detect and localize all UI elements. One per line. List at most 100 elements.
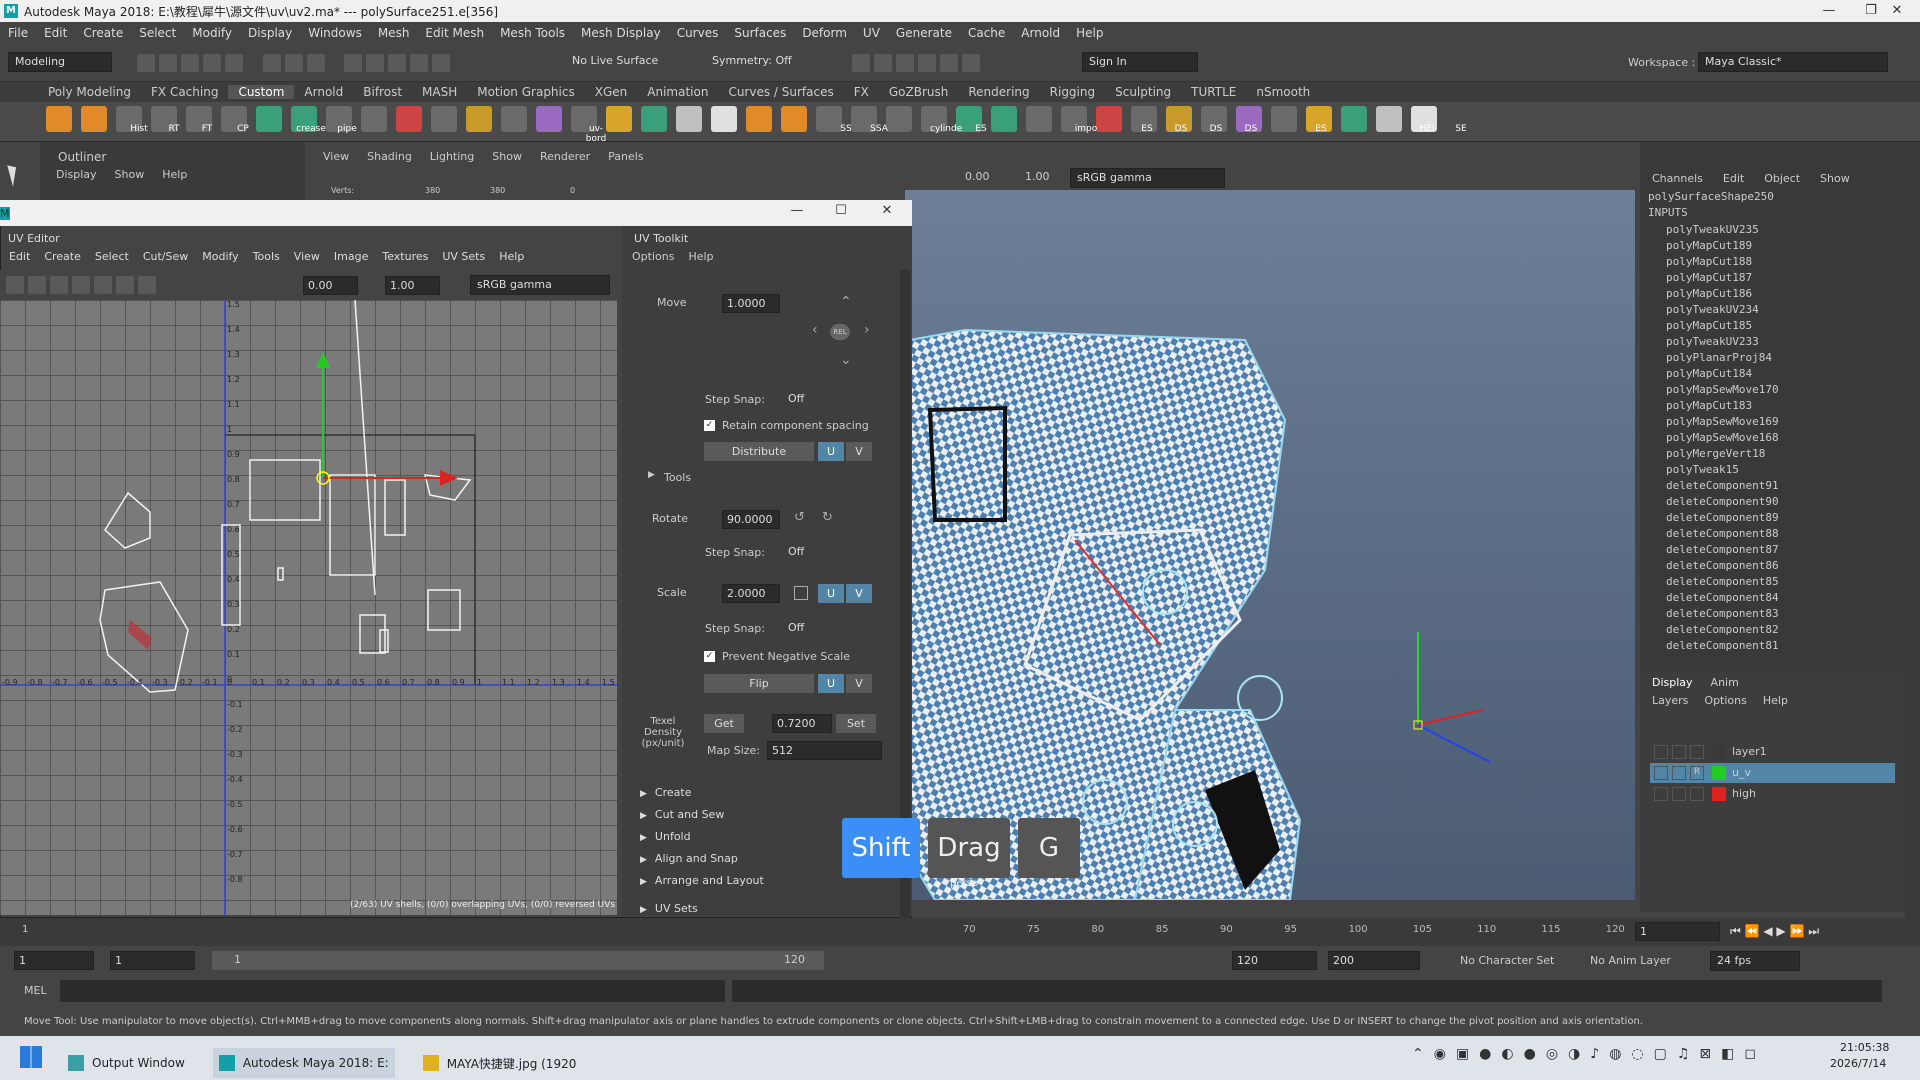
select-hierarchy-icon[interactable] xyxy=(262,54,281,72)
input-node[interactable]: polyMapCut183 xyxy=(1640,398,1905,414)
viewport-value-a[interactable]: 0.00 xyxy=(965,170,990,183)
shelf-tool-icon[interactable] xyxy=(466,106,492,132)
layer-menu-options[interactable]: Options xyxy=(1704,694,1746,707)
mode-dropdown[interactable]: Modeling xyxy=(8,52,112,72)
distribute-button[interactable]: Distribute xyxy=(704,442,814,461)
move-right-arrow-icon[interactable]: › xyxy=(864,322,870,338)
shelf-tool-icon[interactable] xyxy=(361,106,387,132)
input-node[interactable]: polyPlanarProj84 xyxy=(1640,350,1905,366)
menu-curves[interactable]: Curves xyxy=(669,26,727,40)
select-tool-icon[interactable] xyxy=(7,163,21,187)
layer-visibility-toggle[interactable] xyxy=(1654,745,1668,759)
toolkit-section-align-and-snap[interactable]: ▶ Align and Snap xyxy=(640,852,738,865)
shelf-tab-sculpting[interactable]: Sculpting xyxy=(1105,85,1181,99)
shelf-tool-icon[interactable] xyxy=(46,106,72,132)
prevent-negative-checkbox[interactable]: ✓ xyxy=(704,651,715,662)
toolkit-section-arrange-and-layout[interactable]: ▶ Arrange and Layout xyxy=(640,874,764,887)
layer-row[interactable]: high xyxy=(1650,784,1895,804)
snap-view-icon[interactable] xyxy=(410,54,428,72)
input-node[interactable]: deleteComponent89 xyxy=(1640,510,1905,526)
shelf-tool-icon[interactable] xyxy=(536,106,562,132)
uv-field-b[interactable]: 1.00 xyxy=(385,276,440,295)
uv-menu-edit[interactable]: Edit xyxy=(9,250,30,263)
input-node[interactable]: polyTweakUV235 xyxy=(1640,222,1905,238)
uv-tool-icon[interactable] xyxy=(72,276,90,294)
toolkit-section-create[interactable]: ▶ Create xyxy=(640,786,691,799)
redo-icon[interactable] xyxy=(225,54,243,72)
menu-edit-mesh[interactable]: Edit Mesh xyxy=(417,26,492,40)
minimize-button[interactable]: — xyxy=(1806,0,1852,22)
viewport-menu-view[interactable]: View xyxy=(323,150,349,163)
input-node[interactable]: polyMapSewMove170 xyxy=(1640,382,1905,398)
uv-selected-face[interactable] xyxy=(128,620,152,650)
menu-select[interactable]: Select xyxy=(131,26,184,40)
select-component-icon[interactable] xyxy=(306,54,325,72)
retain-spacing-checkbox[interactable]: ✓ xyxy=(704,420,715,431)
uv-menu-tools[interactable]: Tools xyxy=(253,250,280,263)
rotate-cw-icon[interactable]: ↻ xyxy=(822,510,833,525)
layer-menu-help[interactable]: Help xyxy=(1763,694,1788,707)
input-node[interactable]: deleteComponent91 xyxy=(1640,478,1905,494)
move-z-axis[interactable] xyxy=(1417,724,1491,763)
pause-icon[interactable] xyxy=(962,54,980,72)
layer-display-type[interactable]: R xyxy=(1690,766,1704,780)
perspective-viewport[interactable]: persp xyxy=(905,190,1635,900)
input-node[interactable]: deleteComponent90 xyxy=(1640,494,1905,510)
menu-arnold[interactable]: Arnold xyxy=(1013,26,1068,40)
symmetry-label[interactable]: Symmetry: Off xyxy=(706,52,816,72)
playback-start-field[interactable]: 1 xyxy=(110,951,195,970)
ipr-icon[interactable] xyxy=(874,54,892,72)
shelf-tool-icon[interactable] xyxy=(676,106,702,132)
input-node[interactable]: polyTweak15 xyxy=(1640,462,1905,478)
viewport-gamma-dropdown[interactable]: sRGB gamma xyxy=(1070,168,1225,188)
shelf-tab-rigging[interactable]: Rigging xyxy=(1040,85,1105,99)
uv-shells[interactable] xyxy=(99,300,472,693)
outliner-menu-display[interactable]: Display xyxy=(56,168,97,181)
taskbar-item-output-window[interactable]: Output Window xyxy=(62,1048,191,1078)
shelf-tool-icon[interactable] xyxy=(1376,106,1402,132)
menu-edit[interactable]: Edit xyxy=(36,26,75,40)
texel-get-button[interactable]: Get xyxy=(704,714,744,733)
move-value-field[interactable]: 1.0000 xyxy=(722,294,780,313)
toolkit-section-uv-sets[interactable]: ▶ UV Sets xyxy=(640,902,698,915)
layer-tab-display[interactable]: Display xyxy=(1652,676,1693,689)
uv-v-arrow[interactable] xyxy=(316,352,330,368)
map-size-field[interactable]: 512 xyxy=(767,741,882,760)
input-node[interactable]: polyMapCut184 xyxy=(1640,366,1905,382)
shelf-tab-animation[interactable]: Animation xyxy=(637,85,718,99)
uv-tool-icon[interactable] xyxy=(116,276,134,294)
mel-input[interactable] xyxy=(60,980,725,1002)
uv-minimize-button[interactable]: — xyxy=(774,200,820,222)
layer-display-type[interactable] xyxy=(1690,787,1704,801)
shelf-tab-custom[interactable]: Custom xyxy=(228,85,295,99)
shelf-tool-icon[interactable] xyxy=(641,106,667,132)
uv-tool-icon[interactable] xyxy=(138,276,156,294)
shelf-tab-turtle[interactable]: TURTLE xyxy=(1181,85,1246,99)
layer-playback-toggle[interactable] xyxy=(1672,766,1686,780)
outliner-menu-help[interactable]: Help xyxy=(162,168,187,181)
input-node[interactable]: polyMapCut187 xyxy=(1640,270,1905,286)
input-node[interactable]: polyMapSewMove169 xyxy=(1640,414,1905,430)
uv-grid[interactable]: -0.9 -0.8 -0.7 -0.6 -0.5 -0.4 -0.3 -0.2 -0.1 0 0.1… xyxy=(0,300,617,915)
playback-controls[interactable]: ⏮ ⏪ ◀ ▶ ⏩ ⏭ xyxy=(1730,924,1819,939)
input-node[interactable]: deleteComponent87 xyxy=(1640,542,1905,558)
uv-u-arrow[interactable] xyxy=(440,470,458,486)
shelf-tool-icon[interactable] xyxy=(746,106,772,132)
close-button[interactable]: ✕ xyxy=(1874,0,1920,22)
shelf-tab-arnold[interactable]: Arnold xyxy=(294,85,353,99)
move-left-arrow-icon[interactable]: ‹ xyxy=(812,322,818,338)
scale-v-button[interactable]: V xyxy=(846,584,872,603)
uv-menu-view[interactable]: View xyxy=(294,250,320,263)
uv-tool-icon[interactable] xyxy=(50,276,68,294)
layer-row[interactable]: layer1 xyxy=(1650,742,1895,762)
layer-visibility-toggle[interactable] xyxy=(1654,787,1668,801)
menu-modify[interactable]: Modify xyxy=(184,26,240,40)
uv-menu-modify[interactable]: Modify xyxy=(202,250,238,263)
channel-tab-channels[interactable]: Channels xyxy=(1652,172,1703,185)
shelf-tab-xgen[interactable]: XGen xyxy=(585,85,638,99)
shelf-tool-icon[interactable] xyxy=(431,106,457,132)
menu-help[interactable]: Help xyxy=(1068,26,1111,40)
menu-cache[interactable]: Cache xyxy=(960,26,1013,40)
render-frame-icon[interactable] xyxy=(852,54,870,72)
input-node[interactable]: polyMergeVert18 xyxy=(1640,446,1905,462)
